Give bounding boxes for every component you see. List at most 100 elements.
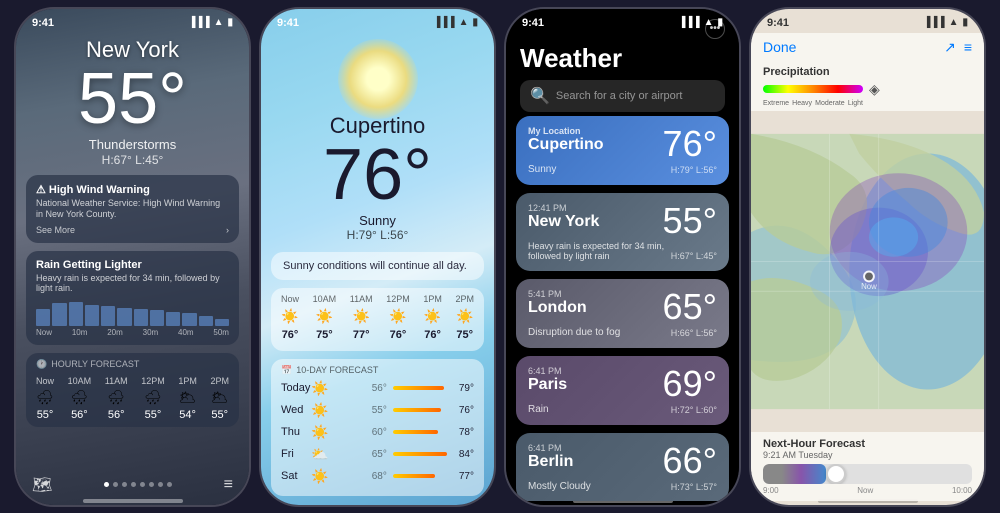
tenday-row-0: Today ☀️ 56° 79° bbox=[281, 380, 474, 397]
phone4-done-btn[interactable]: Done bbox=[763, 39, 796, 55]
wc-bottom-4: Mostly Cloudy H:73° L:57° bbox=[528, 481, 717, 492]
location-icon[interactable]: ↗ bbox=[944, 39, 956, 56]
weather-card-london[interactable]: 5:41 PM London 65° Disruption due to fog… bbox=[516, 279, 729, 348]
phone2-time: 9:41 bbox=[277, 17, 299, 29]
ellipsis-button[interactable]: ••• bbox=[705, 19, 725, 39]
hourly-item-2: 11AM 🌧 56° bbox=[105, 376, 128, 421]
phone1-toolbar: 🗺 ≡ bbox=[16, 469, 249, 501]
wc-bottom-1: Heavy rain is expected for 34 min, follo… bbox=[528, 241, 717, 261]
layers-icon[interactable]: ◈ bbox=[869, 81, 880, 98]
rain-bar-7 bbox=[134, 309, 148, 326]
tenday-row-4: Sat ☀️ 68° 77° bbox=[281, 468, 474, 485]
phone3-search[interactable]: 🔍 Search for a city or airport bbox=[520, 80, 725, 112]
battery-icon: ▮ bbox=[227, 17, 233, 28]
phone4-forecast-labels: 9:00 Now 10:00 bbox=[763, 486, 972, 495]
rain-bar-11 bbox=[199, 316, 213, 326]
phone3-header: Weather 🔍 Search for a city or airport bbox=[506, 33, 739, 116]
wc-hl-1: H:67° L:45° bbox=[671, 251, 717, 261]
hourly-item-1: 10AM 🌧 56° bbox=[68, 376, 92, 421]
phone1-rain-body: Heavy rain is expected for 34 min, follo… bbox=[36, 273, 229, 293]
phone1-hourly-title: 🕐 HOURLY FORECAST bbox=[36, 359, 229, 370]
wc-condition-0: Sunny bbox=[528, 164, 556, 175]
battery-icon: ▮ bbox=[962, 17, 968, 28]
phone3-weather-list: 9:41 ••• ▐▐▐ ▲ ▮ Weather 🔍 Search for a … bbox=[504, 7, 741, 507]
wc-time-4: 6:41 PM bbox=[528, 443, 573, 453]
phone4-forecast-bar: Next-Hour Forecast 9:21 AM Tuesday 9:00 … bbox=[751, 432, 984, 501]
phone4-map: 9:41 ▐▐▐ ▲ ▮ Done ↗ ≡ Precipitation ◈ Ex… bbox=[749, 7, 986, 507]
wc-label-0: My Location bbox=[528, 126, 604, 136]
search-icon: 🔍 bbox=[530, 86, 550, 106]
phone1-status-bar: 9:41 ▐▐▐ ▲ ▮ bbox=[16, 9, 249, 33]
rain-bar-6 bbox=[117, 308, 131, 326]
dot-1 bbox=[104, 482, 109, 487]
phone2-cupertino: 9:41 ▐▐▐ ▲ ▮ Cupertino 76° Sunny H:79° L… bbox=[259, 7, 496, 507]
rain-bar-1 bbox=[36, 309, 50, 326]
wc-temp-0: 76° bbox=[663, 126, 717, 162]
phone4-forecast-track[interactable] bbox=[763, 464, 972, 484]
phone4-forecast-title: Next-Hour Forecast bbox=[763, 438, 972, 450]
phone4-map-container[interactable]: Now bbox=[751, 111, 984, 432]
phone4-forecast-fill bbox=[763, 464, 826, 484]
wc-top-4: 6:41 PM Berlin 66° bbox=[528, 443, 717, 479]
rain-bar-3 bbox=[69, 302, 83, 326]
wc-city-3: Paris bbox=[528, 376, 567, 394]
legend-gradient bbox=[763, 85, 863, 93]
phone2-highlow: H:79° L:56° bbox=[261, 228, 494, 242]
tenday-row-3: Fri ⛅ 65° 84° bbox=[281, 446, 474, 463]
p2-hourly-5: 2PM ☀️ 75° bbox=[455, 294, 474, 341]
map-icon[interactable]: 🗺 bbox=[32, 475, 52, 495]
list-icon[interactable]: ≡ bbox=[224, 476, 233, 494]
wc-left-1: 12:41 PM New York bbox=[528, 203, 599, 231]
phone2-status-bar: 9:41 ▐▐▐ ▲ ▮ bbox=[261, 9, 494, 33]
wc-temp-1: 55° bbox=[663, 203, 717, 239]
tenday-row-1: Wed ☀️ 55° 76° bbox=[281, 402, 474, 419]
hourly-item-3: 12PM 🌧 55° bbox=[141, 376, 165, 421]
phone3-more-btn[interactable]: ••• bbox=[705, 19, 725, 39]
tenday-range-1: 55° 76° bbox=[328, 405, 474, 416]
weather-card-new-york[interactable]: 12:41 PM New York 55° Heavy rain is expe… bbox=[516, 193, 729, 271]
phone4-legend: Precipitation ◈ Extreme Heavy Moderate L… bbox=[751, 62, 984, 111]
wc-left-0: My Location Cupertino bbox=[528, 126, 604, 154]
phone1-rain-labels: Now 10m 20m 30m 40m 50m bbox=[36, 328, 229, 337]
wc-bottom-3: Rain H:72° L:60° bbox=[528, 404, 717, 415]
phone4-forecast-thumb[interactable] bbox=[826, 464, 846, 484]
p2-hourly-0: Now ☀️ 76° bbox=[281, 294, 299, 341]
wc-hl-3: H:72° L:60° bbox=[671, 405, 717, 415]
phone1-condition: Thunderstorms bbox=[16, 137, 249, 152]
dot-4 bbox=[131, 482, 136, 487]
phone1-hourly-row: Now 🌧 55° 10AM 🌧 56° 11AM 🌧 56° 12PM 🌧 bbox=[36, 376, 229, 421]
wc-temp-3: 69° bbox=[663, 366, 717, 402]
temp-bar-1 bbox=[393, 408, 453, 412]
temp-bar-2 bbox=[393, 430, 453, 434]
phone4-header-icons: ↗ ≡ bbox=[944, 39, 972, 56]
phone1-alert-title: ⚠ High Wind Warning bbox=[36, 183, 229, 196]
map-icon[interactable]: 🗺 bbox=[277, 506, 297, 507]
phone1-temp: 55° bbox=[16, 63, 249, 135]
wc-bottom-0: Sunny H:79° L:56° bbox=[528, 164, 717, 175]
weather-card-paris[interactable]: 6:41 PM Paris 69° Rain H:72° L:60° bbox=[516, 356, 729, 425]
phone1-see-more[interactable]: See More› bbox=[36, 225, 229, 235]
hourly-item-0: Now 🌧 55° bbox=[36, 376, 54, 421]
rain-bar-10 bbox=[182, 313, 196, 326]
phone3-home-indicator bbox=[506, 501, 739, 505]
wc-city-4: Berlin bbox=[528, 453, 573, 471]
phone3-search-text: Search for a city or airport bbox=[556, 90, 683, 102]
weather-card-berlin[interactable]: 6:41 PM Berlin 66° Mostly Cloudy H:73° L… bbox=[516, 433, 729, 501]
weather-card-my-location[interactable]: My Location Cupertino 76° Sunny H:79° L:… bbox=[516, 116, 729, 185]
phone1-dots bbox=[104, 482, 172, 487]
phone1-new-york: 9:41 ▐▐▐ ▲ ▮ New York 55° Thunderstorms … bbox=[14, 7, 251, 507]
dot-2 bbox=[113, 482, 118, 487]
dot-8 bbox=[167, 482, 172, 487]
phone1-home-bar bbox=[83, 499, 183, 503]
dot-5 bbox=[140, 482, 145, 487]
phone4-home-indicator bbox=[751, 501, 984, 505]
phone1-time: 9:41 bbox=[32, 17, 54, 29]
tenday-range-0: 56° 79° bbox=[328, 383, 474, 394]
p2-hourly-1: 10AM ☀️ 75° bbox=[313, 294, 337, 341]
phone2-hourly-row: Now ☀️ 76° 10AM ☀️ 75° 11AM ☀️ 77° 12PM … bbox=[281, 294, 474, 341]
menu-icon[interactable]: ≡ bbox=[964, 39, 972, 55]
phone2-sunny-msg: Sunny conditions will continue all day. bbox=[271, 252, 484, 280]
hourly-item-4: 1PM 🌥 54° bbox=[178, 376, 197, 421]
temp-bar-3 bbox=[393, 452, 453, 456]
phone2-toolbar: 🗺 ≡ bbox=[261, 500, 494, 507]
